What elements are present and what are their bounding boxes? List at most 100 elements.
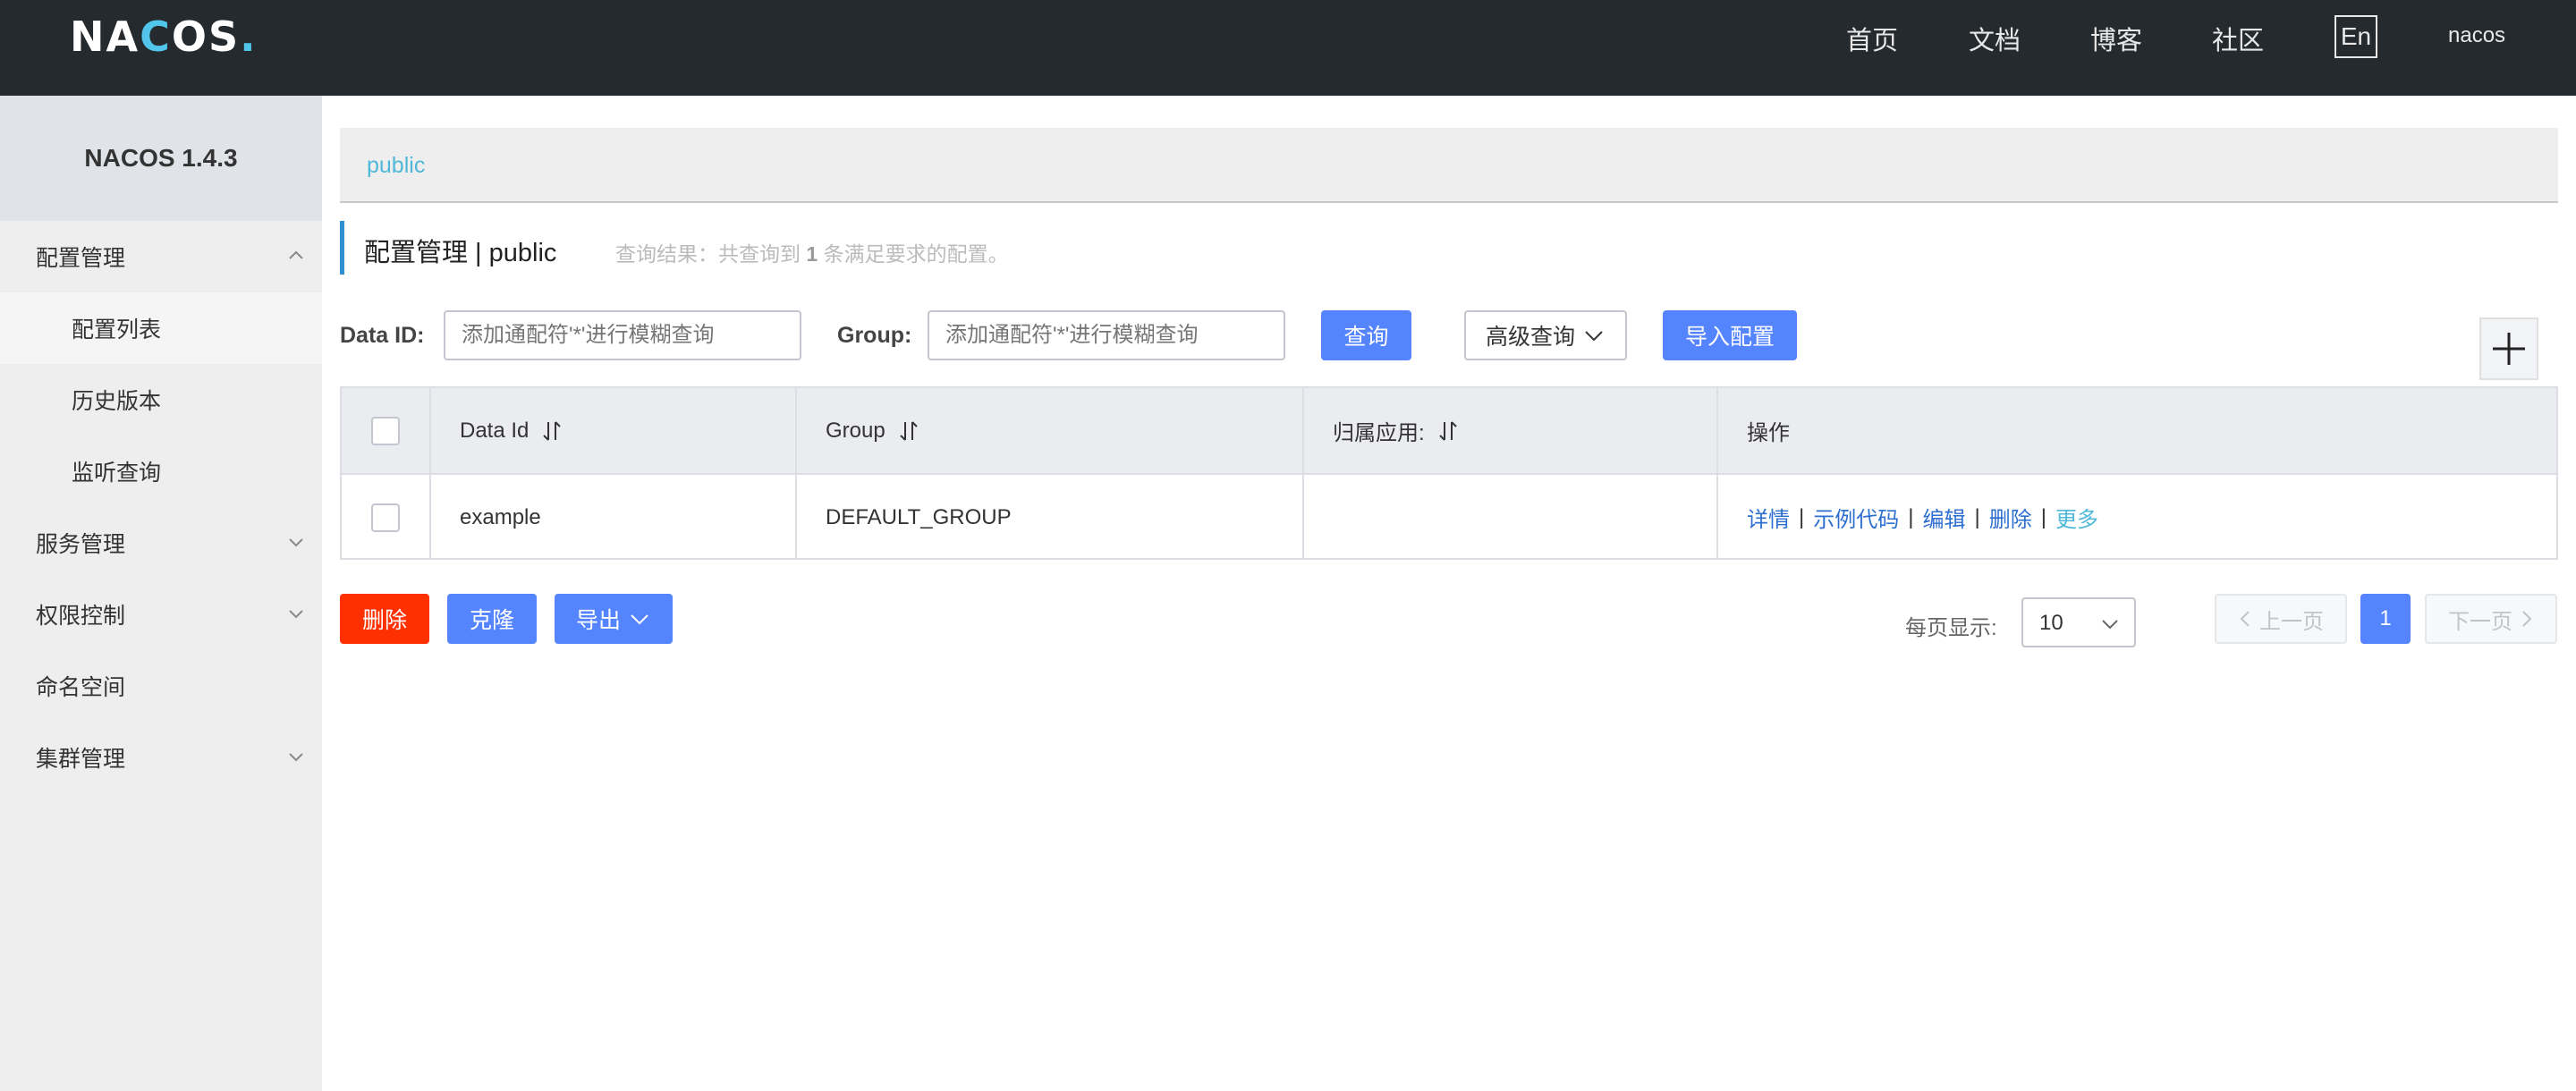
namespace-tab-public[interactable]: public xyxy=(367,153,425,179)
page-size-select[interactable]: 10 xyxy=(2021,597,2136,647)
chevron-left-icon xyxy=(2240,611,2250,627)
chevron-right-icon xyxy=(2522,611,2532,627)
advanced-query-button[interactable]: 高级查询 xyxy=(1464,310,1627,360)
logo-text-1: NA xyxy=(70,13,140,61)
row-checkbox[interactable] xyxy=(371,503,400,532)
separator: | xyxy=(1974,504,1980,529)
page-number-current[interactable]: 1 xyxy=(2360,594,2411,644)
column-label: 归属应用: xyxy=(1333,421,1425,445)
sidebar-title: NACOS 1.4.3 xyxy=(0,96,322,221)
advanced-query-label: 高级查询 xyxy=(1485,325,1575,350)
column-header-group[interactable]: Group xyxy=(797,388,1304,473)
sidebar-item-label: 命名空间 xyxy=(36,675,126,700)
sidebar-item-label: 服务管理 xyxy=(36,532,126,557)
column-header-actions: 操作 xyxy=(1718,388,2556,473)
nav-home[interactable]: 首页 xyxy=(1846,20,1898,57)
sort-icon[interactable] xyxy=(541,419,563,443)
header-checkbox-cell xyxy=(342,388,431,473)
plus-icon xyxy=(2493,333,2525,365)
sidebar-item-label: 监听查询 xyxy=(72,461,162,486)
chevron-down-icon xyxy=(2102,620,2118,630)
data-id-label: Data ID: xyxy=(340,323,425,348)
cell-app xyxy=(1304,475,1718,560)
data-id-input[interactable] xyxy=(444,310,801,360)
details-link[interactable]: 详情 xyxy=(1747,502,1790,533)
sidebar-item-service-management[interactable]: 服务管理 xyxy=(0,507,322,579)
clone-button[interactable]: 克隆 xyxy=(447,594,537,644)
next-page-button[interactable]: 下一页 xyxy=(2425,594,2557,644)
column-label: 操作 xyxy=(1747,421,1790,445)
sidebar-item-history[interactable]: 历史版本 xyxy=(0,364,322,436)
bulk-delete-button[interactable]: 删除 xyxy=(340,594,429,644)
config-table: Data Id Group 归属应用: 操作 example DEFAULT_G… xyxy=(340,386,2558,560)
delete-link[interactable]: 删除 xyxy=(1989,502,2032,533)
column-header-data-id[interactable]: Data Id xyxy=(431,388,797,473)
sidebar-item-label: 权限控制 xyxy=(36,604,126,629)
sidebar-item-access-control[interactable]: 权限控制 xyxy=(0,579,322,650)
chevron-down-icon xyxy=(1585,331,1603,342)
sidebar-item-namespace[interactable]: 命名空间 xyxy=(0,650,322,722)
separator: | xyxy=(1799,504,1805,529)
nacos-logo[interactable]: NACOS. xyxy=(70,13,258,61)
sidebar-item-cluster-management[interactable]: 集群管理 xyxy=(0,722,322,793)
import-config-button[interactable]: 导入配置 xyxy=(1663,310,1797,360)
sidebar-item-label: 配置管理 xyxy=(36,246,126,271)
sidebar-item-label: 集群管理 xyxy=(36,747,126,772)
next-page-label: 下一页 xyxy=(2448,609,2512,634)
separator: | xyxy=(1908,504,1914,529)
export-label: 导出 xyxy=(575,608,621,633)
search-button[interactable]: 查询 xyxy=(1321,310,1411,360)
nav-blog[interactable]: 博客 xyxy=(2090,20,2142,57)
more-link[interactable]: 更多 xyxy=(2055,502,2098,533)
group-input[interactable] xyxy=(928,310,1285,360)
top-header: NACOS. 首页 文档 博客 社区 En nacos xyxy=(0,0,2576,96)
query-result-hint: 查询结果：共查询到 1 条满足要求的配置。 xyxy=(615,237,1009,267)
chevron-down-icon xyxy=(631,614,648,625)
chevron-down-icon xyxy=(289,753,303,762)
sidebar-item-label: 历史版本 xyxy=(72,389,162,414)
namespace-bar: public xyxy=(340,128,2558,203)
table-row: example DEFAULT_GROUP 详情 | 示例代码 | 编辑 | 删… xyxy=(342,473,2556,560)
group-label: Group: xyxy=(837,323,912,348)
logo-dot: . xyxy=(240,13,258,61)
cell-group: DEFAULT_GROUP xyxy=(797,475,1304,560)
logo-text-3: OS xyxy=(171,13,241,61)
nav-community[interactable]: 社区 xyxy=(2212,20,2264,57)
page-title: 配置管理 | public xyxy=(364,239,557,267)
row-checkbox-cell xyxy=(342,475,431,560)
query-hint-count: 1 xyxy=(806,242,818,266)
user-menu[interactable]: nacos xyxy=(2448,23,2505,48)
column-label: Group xyxy=(826,418,886,443)
logo-text-2: C xyxy=(140,13,172,61)
chevron-up-icon xyxy=(289,250,303,259)
sidebar-item-listener-query[interactable]: 监听查询 xyxy=(0,436,322,507)
column-label: Data Id xyxy=(460,418,530,443)
separator: | xyxy=(2040,504,2046,529)
table-header-row: Data Id Group 归属应用: 操作 xyxy=(342,388,2556,473)
sort-icon[interactable] xyxy=(898,419,919,443)
prev-page-label: 上一页 xyxy=(2259,609,2324,634)
query-hint-suffix: 条满足要求的配置。 xyxy=(823,242,1009,266)
sort-icon[interactable] xyxy=(1437,419,1459,443)
sidebar-item-config-list[interactable]: 配置列表 xyxy=(0,292,322,364)
page-title-row: 配置管理 | public 查询结果：共查询到 1 条满足要求的配置。 xyxy=(340,221,1413,275)
add-config-button[interactable] xyxy=(2479,317,2538,380)
select-all-checkbox[interactable] xyxy=(371,416,400,445)
page-size-value: 10 xyxy=(2039,611,2063,635)
page-size-label: 每页显示: xyxy=(1905,616,1997,640)
cell-actions: 详情 | 示例代码 | 编辑 | 删除 | 更多 xyxy=(1718,475,2556,560)
prev-page-button[interactable]: 上一页 xyxy=(2215,594,2347,644)
chevron-down-icon xyxy=(289,538,303,547)
edit-link[interactable]: 编辑 xyxy=(1922,502,1965,533)
chevron-down-icon xyxy=(289,610,303,619)
query-hint-prefix: 查询结果：共查询到 xyxy=(615,242,801,266)
column-header-app[interactable]: 归属应用: xyxy=(1304,388,1718,473)
sidebar-item-label: 配置列表 xyxy=(72,317,162,343)
nav-docs[interactable]: 文档 xyxy=(1969,20,2021,57)
sample-code-link[interactable]: 示例代码 xyxy=(1813,502,1899,533)
language-toggle[interactable]: En xyxy=(2334,15,2377,58)
sidebar-item-config-management[interactable]: 配置管理 xyxy=(0,221,322,292)
export-button[interactable]: 导出 xyxy=(555,594,673,644)
cell-data-id: example xyxy=(431,475,797,560)
sidebar: NACOS 1.4.3 配置管理 配置列表 历史版本 监听查询 服务管理 权限控… xyxy=(0,96,322,1091)
